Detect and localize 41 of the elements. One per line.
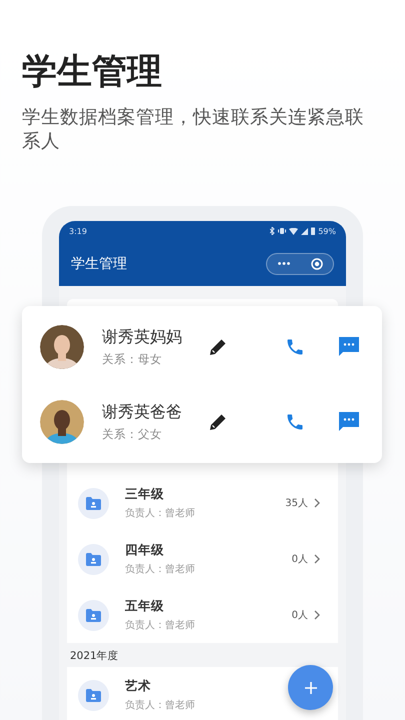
chevron-right-icon[interactable] bbox=[314, 498, 320, 508]
class-manager: 负责人：曾老师 bbox=[125, 698, 195, 712]
folder-icon bbox=[86, 688, 101, 702]
contact-name: 谢秀英爸爸 bbox=[102, 402, 183, 423]
phone-icon[interactable] bbox=[285, 337, 305, 358]
class-name: 艺术 bbox=[125, 678, 152, 695]
contact-name: 谢秀英妈妈 bbox=[102, 327, 183, 348]
edit-icon[interactable] bbox=[208, 412, 228, 432]
edit-icon[interactable] bbox=[208, 337, 228, 358]
student-count: 0人 bbox=[292, 553, 308, 566]
class-manager: 负责人：曾老师 bbox=[125, 562, 195, 576]
folder-icon bbox=[86, 608, 101, 622]
contact-relation: 关系：母女 bbox=[102, 352, 163, 368]
class-name: 四年级 bbox=[125, 542, 165, 559]
folder-icon bbox=[86, 496, 101, 510]
page-subtitle: 学生数据档案管理，快速联系关连紧急联系人 bbox=[22, 106, 365, 154]
chevron-right-icon[interactable] bbox=[314, 554, 320, 564]
page-title: 学生管理 bbox=[22, 51, 163, 94]
folder-icon bbox=[86, 552, 101, 566]
capsule-menu[interactable] bbox=[266, 252, 334, 274]
plus-icon[interactable] bbox=[304, 682, 316, 694]
message-icon[interactable] bbox=[338, 336, 360, 358]
signal-icon bbox=[301, 228, 308, 234]
vibrate-icon bbox=[278, 227, 286, 235]
bluetooth-icon bbox=[270, 227, 276, 235]
student-count: 35人 bbox=[285, 497, 308, 510]
app-title: 学生管理 bbox=[71, 254, 128, 272]
class-name: 三年级 bbox=[125, 486, 165, 503]
class-manager: 负责人：曾老师 bbox=[125, 618, 195, 632]
more-icon[interactable] bbox=[278, 262, 290, 265]
battery-level: 59% bbox=[318, 226, 336, 236]
wifi-icon bbox=[289, 228, 298, 234]
status-time: 3:19 bbox=[69, 226, 88, 236]
chevron-right-icon[interactable] bbox=[314, 610, 320, 620]
student-count: 0人 bbox=[292, 609, 308, 622]
message-icon[interactable] bbox=[338, 410, 360, 433]
battery-icon bbox=[311, 227, 316, 235]
contact-relation: 关系：父女 bbox=[102, 426, 163, 442]
phone-icon[interactable] bbox=[285, 412, 305, 432]
class-manager: 负责人：曾老师 bbox=[125, 506, 195, 520]
class-name: 五年级 bbox=[125, 598, 165, 615]
